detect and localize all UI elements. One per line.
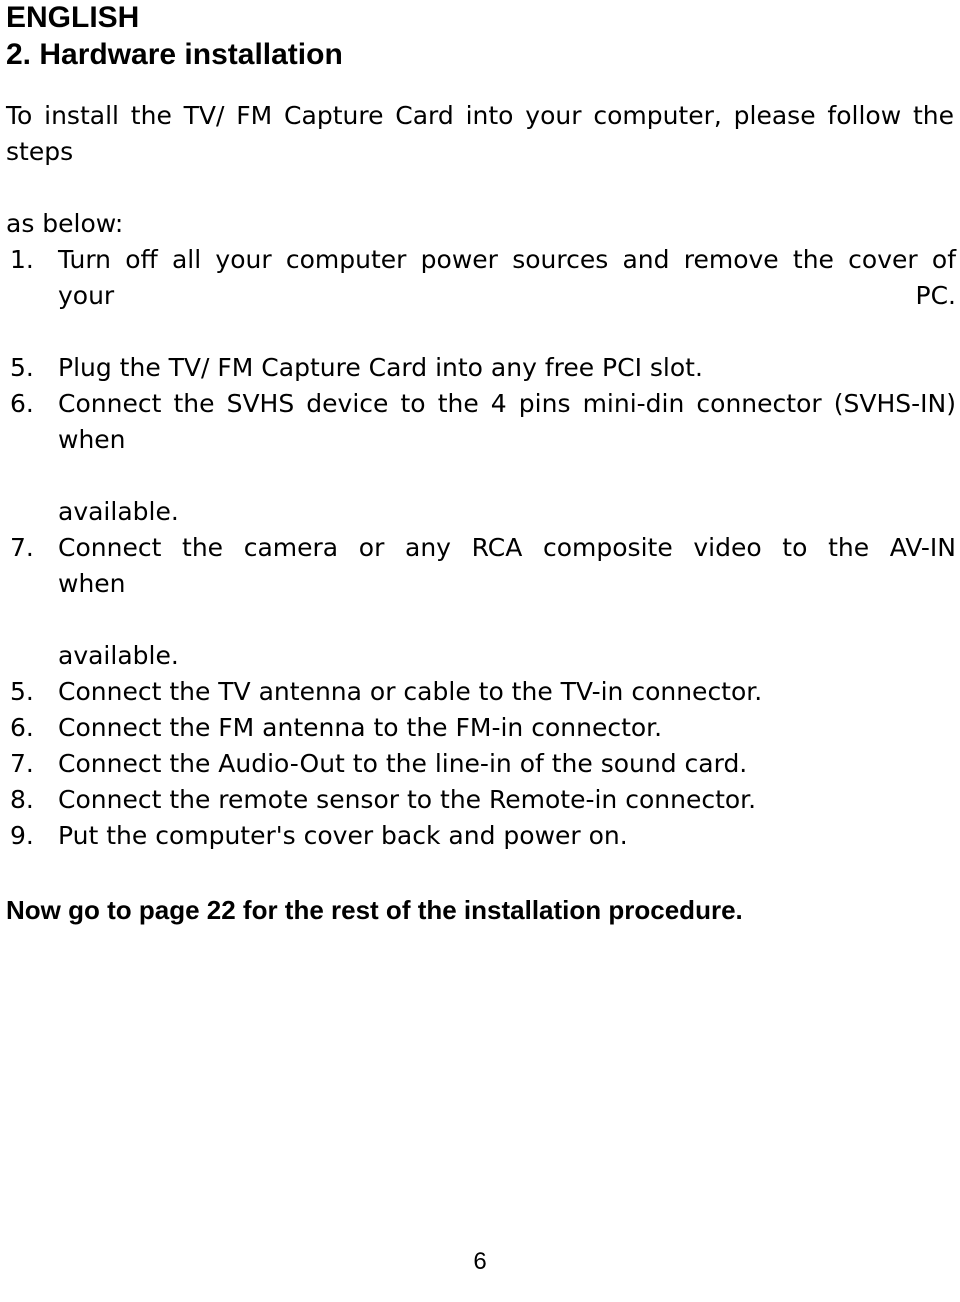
intro-line-2: as below: [6,209,124,238]
step-marker: 8. [10,785,34,814]
list-item: 5. Plug the TV/ FM Capture Card into any… [6,350,956,386]
intro-paragraph: To install the TV/ FM Capture Card into … [6,74,954,242]
list-item: 9. Put the computer's cover back and pow… [6,818,956,854]
step-text: Put the computer's cover back and power … [58,821,628,850]
step-text: Connect the camera or any RCA composite … [58,533,956,598]
installation-steps-list: 1. Turn off all your computer power sour… [6,242,956,854]
intro-line-1: To install the TV/ FM Capture Card into … [6,101,954,166]
step-marker: 5. [10,353,34,382]
step-marker: 9. [10,821,34,850]
step-marker: 7. [10,749,34,778]
closing-note: Now go to page 22 for the rest of the in… [6,895,743,925]
step-continuation: available. [58,497,179,526]
list-item: 6. Connect the FM antenna to the FM-in c… [6,710,956,746]
list-item: 7. Connect the Audio-Out to the line-in … [6,746,956,782]
page-number: 6 [473,1248,487,1275]
step-text: Connect the remote sensor to the Remote-… [58,785,757,814]
step-marker: 5. [10,677,34,706]
step-marker: 7. [10,533,34,562]
step-text: Turn off all your computer power sources… [58,245,956,310]
step-marker: 6. [10,713,34,742]
step-text: Connect the TV antenna or cable to the T… [58,677,763,706]
step-continuation: available. [58,641,179,670]
step-text: Connect the Audio-Out to the line-in of … [58,749,748,778]
list-item: 1. Turn off all your computer power sour… [6,242,956,350]
step-marker: 6. [10,389,34,418]
list-item: 7. Connect the camera or any RCA composi… [6,530,956,674]
document-page: ENGLISH 2. Hardware installation To inst… [0,0,960,1302]
step-text: Connect the SVHS device to the 4 pins mi… [58,389,956,454]
step-text: Plug the TV/ FM Capture Card into any fr… [58,353,703,382]
list-item: 6. Connect the SVHS device to the 4 pins… [6,386,956,530]
list-item: 5. Connect the TV antenna or cable to th… [6,674,956,710]
list-item: 8. Connect the remote sensor to the Remo… [6,782,956,818]
step-text: Connect the FM antenna to the FM-in conn… [58,713,663,742]
section-heading: 2. Hardware installation [6,38,343,71]
step-marker: 1. [10,245,34,274]
language-header: ENGLISH [6,1,140,34]
